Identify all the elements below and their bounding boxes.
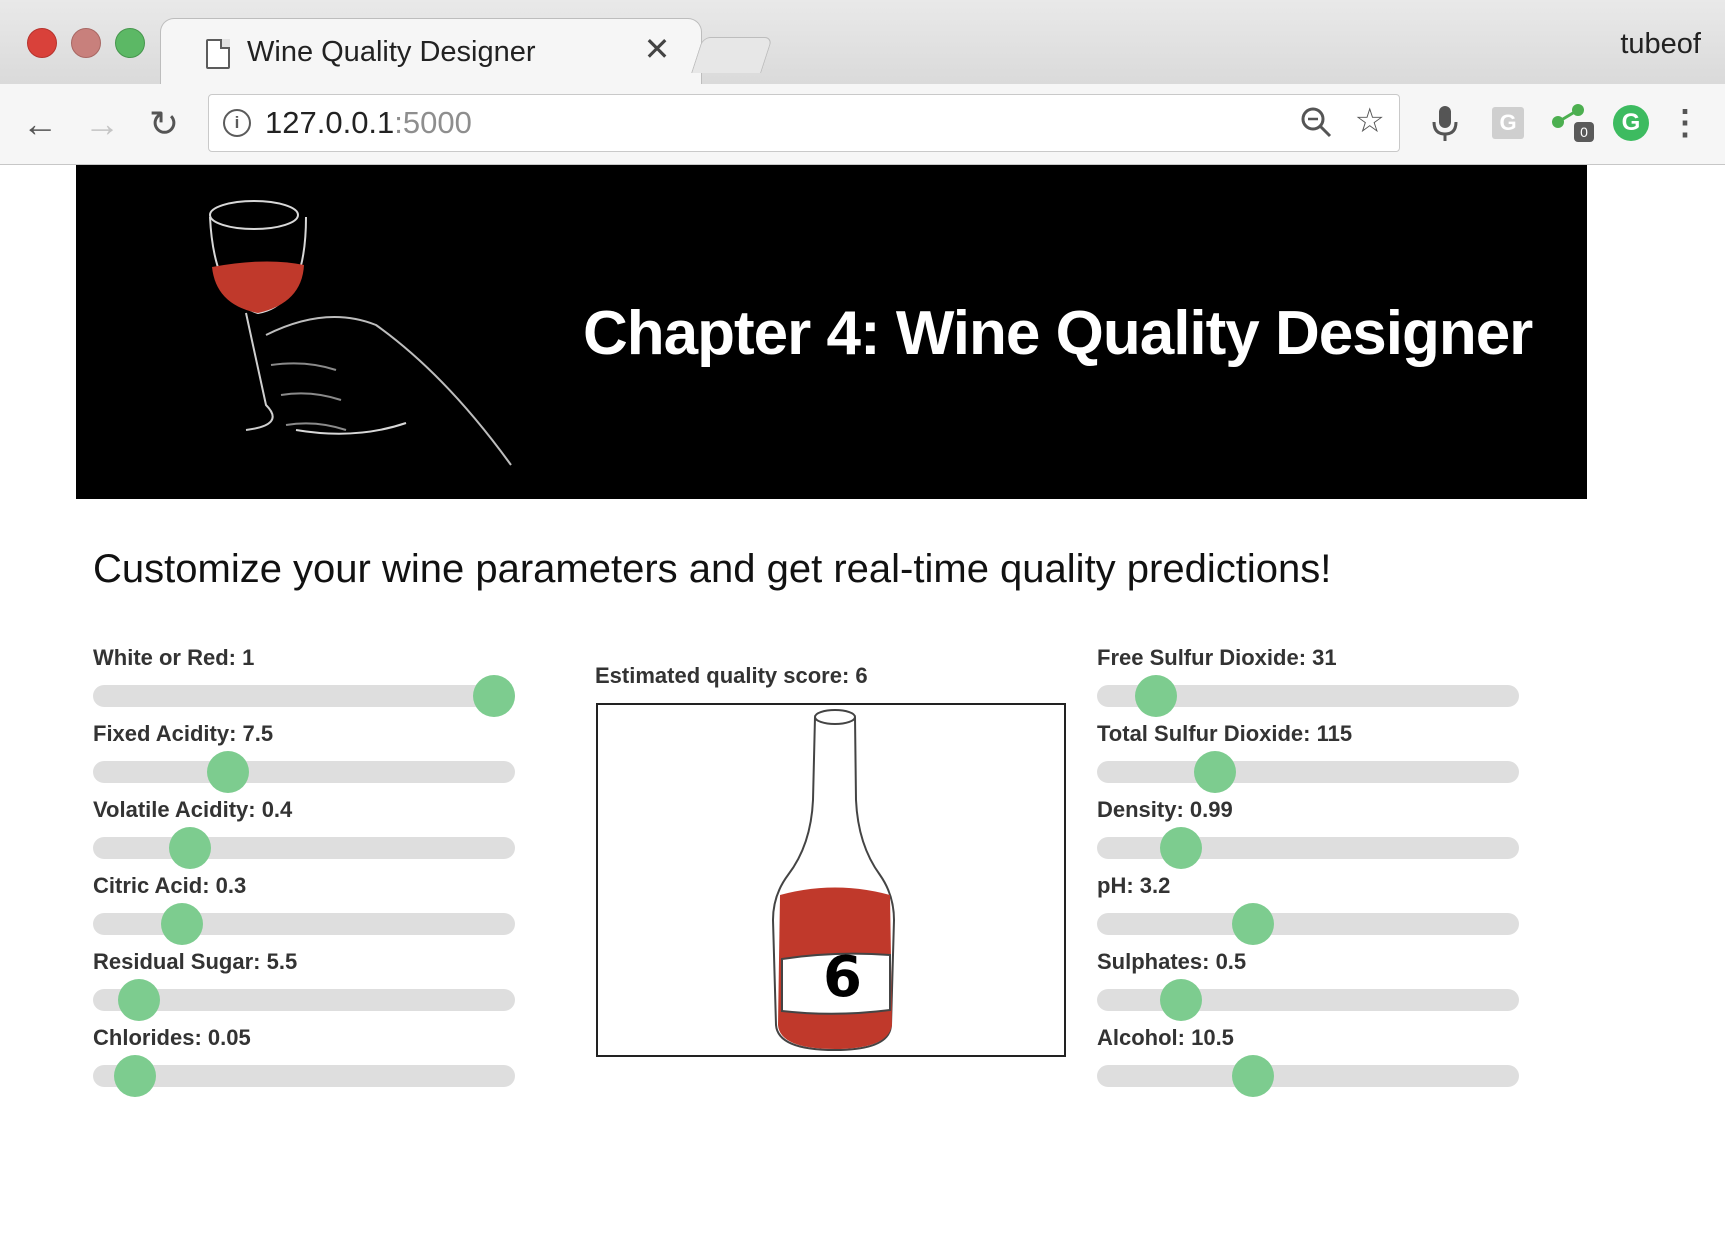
banner-title: Chapter 4: Wine Quality Designer: [583, 299, 1533, 368]
slider-total-sulfur-dioxide: Total Sulfur Dioxide: 115: [1097, 716, 1519, 793]
slider-label: Total Sulfur Dioxide: 115: [1097, 721, 1353, 746]
window-maximize-button[interactable]: [115, 28, 145, 58]
slider-residual-sugar: Residual Sugar: 5.5: [93, 944, 515, 1021]
new-tab-button[interactable]: [691, 37, 773, 73]
slider-label: Chlorides: 0.05: [93, 1025, 251, 1050]
slider-track[interactable]: [1097, 761, 1519, 783]
url-port: :5000: [394, 105, 472, 140]
slider-label: Fixed Acidity: 7.5: [93, 721, 274, 746]
slider-alcohol: Alcohol: 10.5: [1097, 1020, 1519, 1097]
slider-thumb[interactable]: [207, 751, 249, 793]
browser-toolbar: ← → ↻ i 127.0.0.1:5000 ☆ G 0 G ⋮: [0, 84, 1725, 165]
url-host: 127.0.0.1: [265, 105, 395, 140]
slider-ph: pH: 3.2: [1097, 868, 1519, 945]
slider-label: pH: 3.2: [1097, 873, 1171, 898]
back-arrow-icon[interactable]: ←: [18, 102, 62, 146]
slider-thumb[interactable]: [1135, 675, 1177, 717]
header-banner: Chapter 4: Wine Quality Designer: [76, 165, 1587, 499]
tab-title: Wine Quality Designer: [247, 36, 536, 68]
slider-track[interactable]: [93, 761, 515, 783]
slider-track[interactable]: [93, 837, 515, 859]
address-bar[interactable]: i 127.0.0.1:5000 ☆: [208, 94, 1400, 152]
extension-badge: 0: [1574, 122, 1594, 142]
bottle-label-number: 6: [823, 945, 862, 1010]
slider-label: White or Red: 1: [93, 645, 255, 670]
slider-label: Density: 0.99: [1097, 797, 1233, 822]
slider-fixed-acidity: Fixed Acidity: 7.5: [93, 716, 515, 793]
slider-track[interactable]: [1097, 1065, 1519, 1087]
reload-icon[interactable]: ↻: [142, 102, 186, 146]
right-slider-column: Free Sulfur Dioxide: 31 Total Sulfur Dio…: [1097, 640, 1519, 1097]
slider-volatile-acidity: Volatile Acidity: 0.4: [93, 792, 515, 869]
g-extension-icon[interactable]: G: [1487, 102, 1529, 144]
quality-score-label: Estimated quality score: 6: [595, 663, 868, 688]
slider-track[interactable]: [93, 913, 515, 935]
slider-thumb[interactable]: [1232, 903, 1274, 945]
share-extension-icon[interactable]: 0: [1548, 102, 1594, 144]
url-text[interactable]: 127.0.0.1:5000: [265, 105, 472, 141]
slider-label: Free Sulfur Dioxide: 31: [1097, 645, 1337, 670]
grammarly-label: G: [1613, 105, 1649, 141]
left-slider-column: White or Red: 1 Fixed Acidity: 7.5 Volat…: [93, 640, 515, 1097]
slider-thumb[interactable]: [114, 1055, 156, 1097]
slider-thumb[interactable]: [1160, 979, 1202, 1021]
wine-glass-hand-image: [209, 200, 512, 466]
site-info-icon[interactable]: i: [223, 109, 251, 137]
grammarly-icon[interactable]: G: [1610, 102, 1652, 144]
slider-label: Alcohol: 10.5: [1097, 1025, 1234, 1050]
microphone-icon[interactable]: [1424, 102, 1466, 144]
slider-track[interactable]: [1097, 913, 1519, 935]
page-subtitle: Customize your wine parameters and get r…: [93, 547, 1332, 591]
browser-titlebar: Wine Quality Designer ✕ tubeof: [0, 0, 1725, 87]
slider-label: Residual Sugar: 5.5: [93, 949, 298, 974]
slider-thumb[interactable]: [118, 979, 160, 1021]
slider-thumb[interactable]: [473, 675, 515, 717]
slider-label: Sulphates: 0.5: [1097, 949, 1247, 974]
forward-arrow-icon[interactable]: →: [80, 102, 124, 146]
slider-citric-acid: Citric Acid: 0.3: [93, 868, 515, 945]
browser-tab[interactable]: Wine Quality Designer ✕: [160, 18, 702, 87]
slider-chlorides: Chlorides: 0.05: [93, 1020, 515, 1097]
slider-thumb[interactable]: [169, 827, 211, 869]
slider-sulphates: Sulphates: 0.5: [1097, 944, 1519, 1021]
slider-thumb[interactable]: [1232, 1055, 1274, 1097]
tab-close-icon[interactable]: ✕: [639, 31, 675, 67]
page-icon: [206, 39, 230, 69]
slider-track[interactable]: [93, 1065, 515, 1087]
slider-thumb[interactable]: [161, 903, 203, 945]
slider-thumb[interactable]: [1194, 751, 1236, 793]
bottle-display: 6: [596, 703, 1066, 1057]
window-minimize-button[interactable]: [71, 28, 101, 58]
zoom-icon[interactable]: [1299, 105, 1333, 139]
window-close-button[interactable]: [27, 28, 57, 58]
bookmark-star-icon[interactable]: ☆: [1355, 101, 1385, 141]
slider-label: Volatile Acidity: 0.4: [93, 797, 293, 822]
slider-density: Density: 0.99: [1097, 792, 1519, 869]
menu-dots-icon[interactable]: ⋮: [1664, 102, 1706, 144]
slider-free-sulfur-dioxide: Free Sulfur Dioxide: 31: [1097, 640, 1519, 717]
slider-thumb[interactable]: [1160, 827, 1202, 869]
profile-name[interactable]: tubeof: [1620, 28, 1701, 61]
slider-label: Citric Acid: 0.3: [93, 873, 247, 898]
slider-white-or-red: White or Red: 1: [93, 640, 515, 717]
slider-track[interactable]: [93, 685, 515, 707]
g-extension-label: G: [1492, 107, 1524, 139]
